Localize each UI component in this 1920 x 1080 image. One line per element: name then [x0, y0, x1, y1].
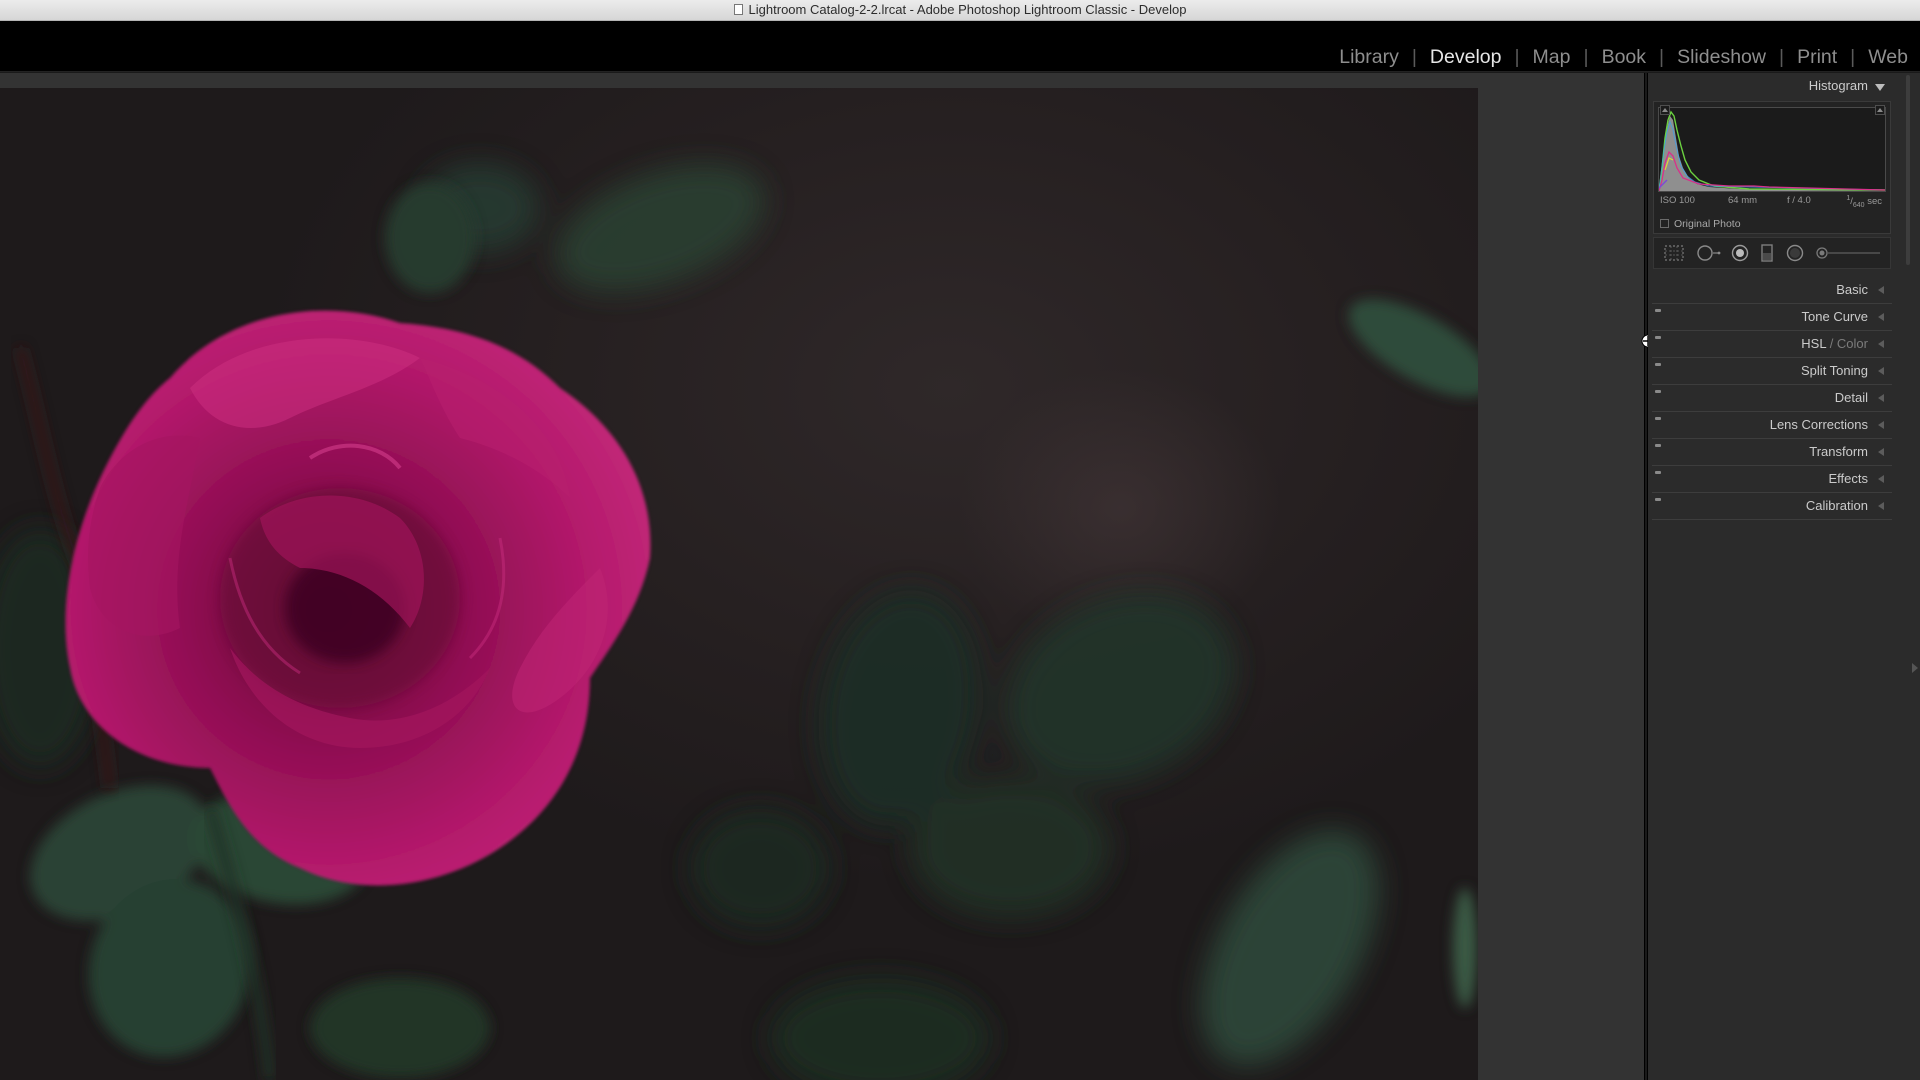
module-print[interactable]: Print: [1795, 46, 1839, 69]
panel-detail[interactable]: Detail: [1648, 385, 1892, 411]
crop-overlay-icon[interactable]: [1663, 244, 1685, 262]
panel-on-off-switch[interactable]: [1655, 363, 1661, 366]
expand-triangle-icon[interactable]: [1878, 313, 1884, 321]
exif-shutter: 1/640 sec: [1846, 195, 1882, 210]
graduated-filter-icon[interactable]: [1760, 244, 1774, 262]
panel-hsl-color[interactable]: HSL / Color: [1648, 331, 1892, 357]
module-map[interactable]: Map: [1531, 46, 1573, 69]
photo-preview[interactable]: [0, 88, 1478, 1080]
panel-on-off-switch[interactable]: [1655, 417, 1661, 420]
panel-effects-label: Effects: [1828, 471, 1868, 486]
expand-triangle-icon[interactable]: [1878, 502, 1884, 510]
panel-split-toning[interactable]: Split Toning: [1648, 358, 1892, 384]
module-separator: |: [1514, 45, 1520, 68]
hsl-tab[interactable]: HSL: [1801, 336, 1826, 351]
right-panel-scrollbar[interactable]: [1900, 73, 1920, 1080]
original-photo-checkbox[interactable]: [1660, 219, 1669, 228]
expand-triangle-icon[interactable]: [1878, 367, 1884, 375]
right-panel-toggle-icon[interactable]: [1912, 663, 1918, 673]
panel-calibration[interactable]: Calibration: [1648, 493, 1892, 519]
panel-on-off-switch[interactable]: [1655, 336, 1661, 339]
panel-lens-corrections[interactable]: Lens Corrections: [1648, 412, 1892, 438]
color-tab[interactable]: Color: [1837, 336, 1868, 351]
panel-on-off-switch[interactable]: [1655, 309, 1661, 312]
window-title-bar: Lightroom Catalog-2-2.lrcat - Adobe Phot…: [0, 0, 1920, 27]
module-library[interactable]: Library: [1337, 46, 1401, 69]
adjustment-brush-icon[interactable]: [1814, 244, 1884, 262]
module-separator: |: [1583, 45, 1589, 68]
exif-aperture: f / 4.0: [1787, 195, 1811, 206]
expand-triangle-icon[interactable]: [1878, 286, 1884, 294]
panel-on-off-switch[interactable]: [1655, 444, 1661, 447]
module-web[interactable]: Web: [1866, 46, 1910, 69]
panel-tone-curve-label: Tone Curve: [1801, 309, 1868, 324]
document-icon: [733, 4, 743, 15]
panel-resize-handle[interactable]: [1645, 73, 1647, 1080]
panel-calibration-label: Calibration: [1805, 498, 1868, 513]
module-separator: |: [1411, 45, 1417, 68]
expand-triangle-icon[interactable]: [1878, 394, 1884, 402]
develop-right-panel: Histogram ISO 100 64 mm f / 4.0 1/640 se…: [1648, 73, 1900, 1080]
panel-detail-label: Detail: [1834, 390, 1868, 405]
panel-effects[interactable]: Effects: [1648, 466, 1892, 492]
expand-triangle-icon[interactable]: [1878, 448, 1884, 456]
expand-triangle-icon[interactable]: [1878, 421, 1884, 429]
panel-divider: [1652, 519, 1892, 520]
expand-triangle-icon[interactable]: [1878, 340, 1884, 348]
radial-filter-icon[interactable]: [1785, 244, 1805, 262]
image-view[interactable]: [0, 73, 1644, 1080]
panel-on-off-switch[interactable]: [1655, 390, 1661, 393]
exif-iso: ISO 100: [1660, 195, 1695, 206]
panel-basic-label: Basic: [1836, 282, 1868, 297]
highlight-clipping-button[interactable]: [1875, 105, 1885, 115]
module-book[interactable]: Book: [1600, 46, 1648, 69]
original-photo-toggle[interactable]: Original Photo: [1660, 218, 1741, 230]
shadow-clipping-button[interactable]: [1660, 105, 1670, 115]
red-eye-icon[interactable]: [1730, 244, 1750, 262]
module-separator: |: [1850, 45, 1856, 68]
panel-split-toning-label: Split Toning: [1801, 363, 1868, 378]
exif-info: ISO 100 64 mm f / 4.0 1/640 sec: [1660, 195, 1882, 209]
histogram-curves: [1659, 110, 1885, 191]
shutter-numerator: 1: [1846, 195, 1851, 202]
panel-on-off-switch[interactable]: [1655, 498, 1661, 501]
panel-on-off-switch[interactable]: [1655, 471, 1661, 474]
panel-tone-curve[interactable]: Tone Curve: [1648, 304, 1892, 330]
module-slideshow[interactable]: Slideshow: [1675, 46, 1768, 69]
window-title: Lightroom Catalog-2-2.lrcat - Adobe Phot…: [748, 2, 1187, 17]
histogram-box: ISO 100 64 mm f / 4.0 1/640 sec Original…: [1653, 101, 1891, 234]
panel-basic[interactable]: Basic: [1648, 277, 1892, 303]
shutter-unit: sec: [1867, 196, 1882, 208]
expand-triangle-icon[interactable]: [1878, 475, 1884, 483]
exif-focal-length: 64 mm: [1728, 195, 1758, 206]
histogram-graph[interactable]: [1658, 107, 1886, 192]
collapse-triangle-icon[interactable]: [1875, 84, 1885, 91]
module-picker: Library | Develop | Map | Book | Slidesh…: [1337, 43, 1910, 71]
panel-transform-label: Transform: [1809, 444, 1868, 459]
module-develop[interactable]: Develop: [1428, 46, 1504, 69]
spot-removal-icon[interactable]: [1696, 244, 1722, 262]
tool-strip: [1653, 237, 1891, 269]
histogram-title: Histogram: [1808, 78, 1868, 93]
panel-lens-corrections-label: Lens Corrections: [1769, 417, 1868, 432]
module-separator: |: [1778, 45, 1785, 68]
original-photo-label: Original Photo: [1674, 218, 1741, 230]
scrollbar-thumb[interactable]: [1906, 75, 1910, 265]
module-separator: |: [1659, 45, 1665, 68]
panel-hsl-label: HSL / Color: [1801, 336, 1868, 351]
histogram-header[interactable]: Histogram: [1648, 73, 1892, 99]
panel-transform[interactable]: Transform: [1648, 439, 1892, 465]
rose-photo-illustration: [0, 163, 1478, 1080]
shutter-denominator: 640: [1852, 202, 1865, 210]
module-picker-bar: Library | Develop | Map | Book | Slidesh…: [0, 21, 1920, 71]
